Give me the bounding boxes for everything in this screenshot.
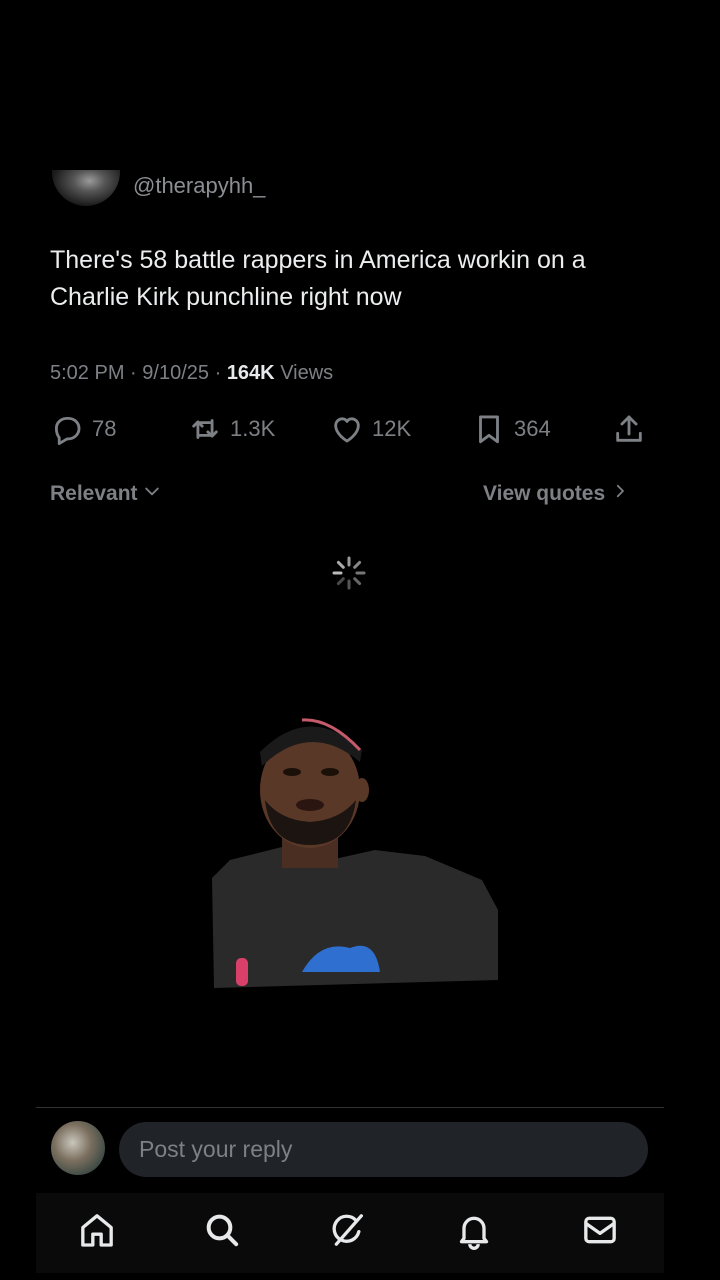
repost-icon <box>188 412 222 446</box>
meta-separator: · <box>214 362 222 384</box>
tweet-date: 9/10/25 <box>142 362 210 384</box>
share-icon <box>612 412 646 446</box>
repost-button[interactable]: 1.3K <box>188 411 275 447</box>
loading-spinner-icon <box>332 556 366 590</box>
reply-button[interactable]: 78 <box>50 411 116 447</box>
divider <box>36 1107 664 1108</box>
view-quotes-link[interactable]: View quotes <box>483 481 629 507</box>
search-icon[interactable] <box>202 1210 242 1250</box>
author-handle[interactable]: @therapyhh_ <box>133 172 265 200</box>
notifications-icon[interactable] <box>454 1210 494 1250</box>
heart-icon <box>330 412 364 446</box>
view-quotes-label: View quotes <box>483 482 606 505</box>
bookmark-count: 364 <box>514 416 551 441</box>
views-count: 164K <box>226 362 275 384</box>
like-count: 12K <box>372 416 412 441</box>
sort-label: Relevant <box>50 482 138 505</box>
like-button[interactable]: 12K <box>330 411 411 447</box>
grok-icon[interactable] <box>328 1210 368 1250</box>
reply-input[interactable] <box>119 1122 648 1177</box>
chevron-down-icon <box>142 481 162 507</box>
user-avatar[interactable] <box>51 1121 105 1175</box>
author-avatar[interactable] <box>52 170 120 206</box>
tweet-text: There's 58 battle rappers in America wor… <box>50 246 586 311</box>
share-button[interactable] <box>612 411 646 447</box>
chevron-right-icon <box>611 481 629 507</box>
home-icon[interactable] <box>77 1210 117 1250</box>
meta-separator: · <box>130 362 137 384</box>
views-label: Views <box>280 362 334 384</box>
reply-count: 78 <box>92 416 117 441</box>
reply-icon <box>50 412 84 446</box>
bookmark-button[interactable]: 364 <box>472 411 551 447</box>
sort-relevant-dropdown[interactable]: Relevant <box>50 481 162 507</box>
tweet-time: 5:02 PM <box>50 362 125 384</box>
bookmark-icon <box>472 412 506 446</box>
messages-icon[interactable] <box>580 1210 620 1250</box>
overlay-person-image <box>210 710 500 990</box>
repost-count: 1.3K <box>230 416 276 441</box>
tweet-meta: 5:02 PM · 9/10/25 · 164K Views <box>50 360 333 386</box>
